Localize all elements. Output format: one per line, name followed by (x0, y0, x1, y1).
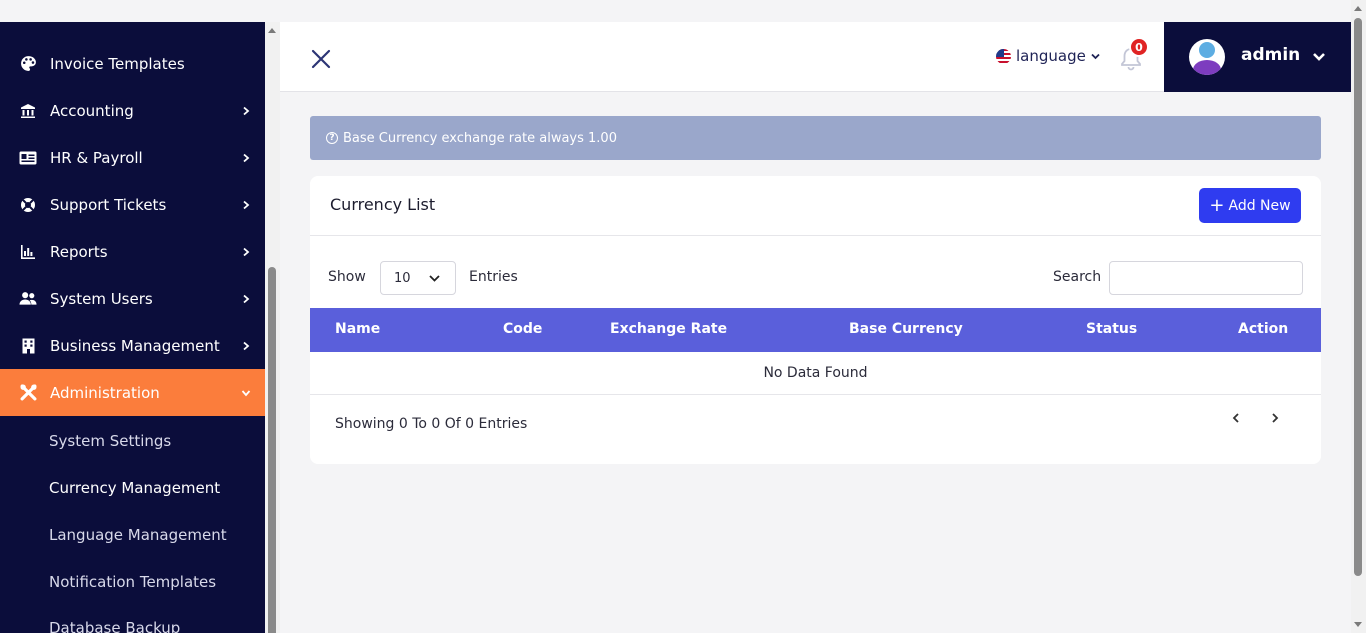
chevron-right-icon (243, 247, 250, 256)
show-label: Show (328, 269, 366, 285)
chevron-down-icon (1313, 53, 1325, 61)
sidebar-scrollbar[interactable] (265, 22, 280, 633)
question-circle-icon: ? (326, 132, 338, 144)
sidebar-item-label: Business Management (50, 336, 220, 355)
divider (310, 235, 1321, 236)
notice-text: Base Currency exchange rate always 1.00 (343, 130, 617, 146)
chevron-right-icon (243, 106, 250, 115)
sidebar-subitem-system-settings[interactable]: System Settings (49, 432, 171, 450)
chevron-down-icon (241, 389, 251, 396)
column-header-name[interactable]: Name (335, 321, 380, 337)
scroll-up-arrow-icon[interactable] (268, 28, 276, 33)
add-new-button[interactable]: + Add New (1199, 188, 1301, 223)
chevron-left-icon[interactable] (1230, 411, 1242, 425)
sidebar-item-business-management[interactable]: Business Management (0, 322, 265, 369)
sidebar-item-label: Administration (50, 383, 160, 402)
add-new-label: Add New (1228, 197, 1291, 214)
language-label: language (1016, 47, 1086, 65)
entries-value: 10 (394, 270, 411, 286)
sidebar-item-partial[interactable] (0, 22, 265, 32)
avatar (1189, 39, 1225, 75)
entries-select[interactable]: 10 (380, 261, 456, 295)
app-root: Invoice Templates Accounting HR & Payrol… (0, 0, 1366, 633)
sidebar-item-invoice-templates[interactable]: Invoice Templates (0, 40, 265, 87)
sidebar-item-system-users[interactable]: System Users (0, 275, 265, 322)
sidebar-subitem-language-management[interactable]: Language Management (49, 526, 227, 544)
sidebar-item-label: Invoice Templates (50, 54, 185, 73)
column-header-base-currency[interactable]: Base Currency (849, 321, 963, 337)
column-header-action[interactable]: Action (1238, 321, 1288, 337)
table-empty-row: No Data Found (310, 352, 1321, 395)
page-scroll-thumb[interactable] (1354, 18, 1362, 576)
currency-list-card: Currency List + Add New Show 10 Entries … (310, 176, 1321, 464)
table-header: Name Code Exchange Rate Base Currency St… (310, 308, 1321, 352)
notification-badge: 0 (1129, 37, 1149, 57)
chevron-right-icon[interactable] (1269, 411, 1281, 425)
column-header-exchange-rate[interactable]: Exchange Rate (610, 321, 727, 337)
chevron-right-icon (243, 341, 250, 350)
us-flag-icon (996, 48, 1011, 64)
sidebar-item-label: HR & Payroll (50, 148, 143, 167)
sidebar-item-hr-payroll[interactable]: HR & Payroll (0, 134, 265, 181)
id-card-icon (19, 149, 37, 167)
lifebuoy-icon (19, 196, 37, 214)
sidebar-item-reports[interactable]: Reports (0, 228, 265, 275)
bank-icon (19, 102, 37, 120)
user-menu[interactable]: admin (1164, 22, 1351, 92)
tools-icon (19, 384, 37, 402)
sidebar-item-accounting[interactable]: Accounting (0, 87, 265, 134)
chevron-right-icon (243, 200, 250, 209)
close-menu-icon[interactable] (310, 48, 332, 70)
plus-icon: + (1209, 194, 1225, 216)
top-header: language 0 admin (280, 22, 1351, 92)
scroll-up-arrow-icon[interactable] (1354, 6, 1362, 11)
scroll-down-arrow-icon[interactable] (1354, 622, 1362, 627)
card-title: Currency List (330, 195, 436, 214)
column-header-code[interactable]: Code (503, 321, 542, 337)
users-icon (19, 290, 37, 308)
info-notice: ? Base Currency exchange rate always 1.0… (310, 116, 1321, 160)
entries-label: Entries (469, 269, 518, 285)
chevron-down-icon (429, 275, 440, 282)
pagination-info: Showing 0 To 0 Of 0 Entries (335, 416, 528, 432)
sidebar-item-label: Support Tickets (50, 195, 167, 214)
chevron-right-icon (243, 294, 250, 303)
search-label: Search (1053, 269, 1102, 285)
sidebar-item-support-tickets[interactable]: Support Tickets (0, 181, 265, 228)
chevron-right-icon (243, 153, 250, 162)
bar-chart-icon (19, 243, 37, 261)
sidebar-item-label: Accounting (50, 101, 134, 120)
page-scrollbar[interactable] (1351, 0, 1366, 633)
sidebar: Invoice Templates Accounting HR & Payrol… (0, 22, 265, 633)
sidebar-item-administration[interactable]: Administration (0, 369, 265, 416)
sidebar-item-label: Reports (50, 242, 108, 261)
search-input[interactable] (1109, 261, 1303, 295)
column-header-status[interactable]: Status (1086, 321, 1137, 337)
palette-icon (19, 55, 37, 73)
sidebar-subitem-database-backup[interactable]: Database Backup (49, 619, 180, 633)
user-name: admin (1241, 45, 1301, 65)
chevron-down-icon (1091, 53, 1100, 59)
sidebar-item-label: System Users (50, 289, 153, 308)
sidebar-subitem-notification-templates[interactable]: Notification Templates (49, 573, 216, 591)
sidebar-subitem-currency-management[interactable]: Currency Management (49, 479, 220, 497)
language-selector[interactable]: language (996, 47, 1100, 65)
sidebar-scroll-thumb[interactable] (268, 267, 276, 633)
building-icon (19, 337, 37, 355)
